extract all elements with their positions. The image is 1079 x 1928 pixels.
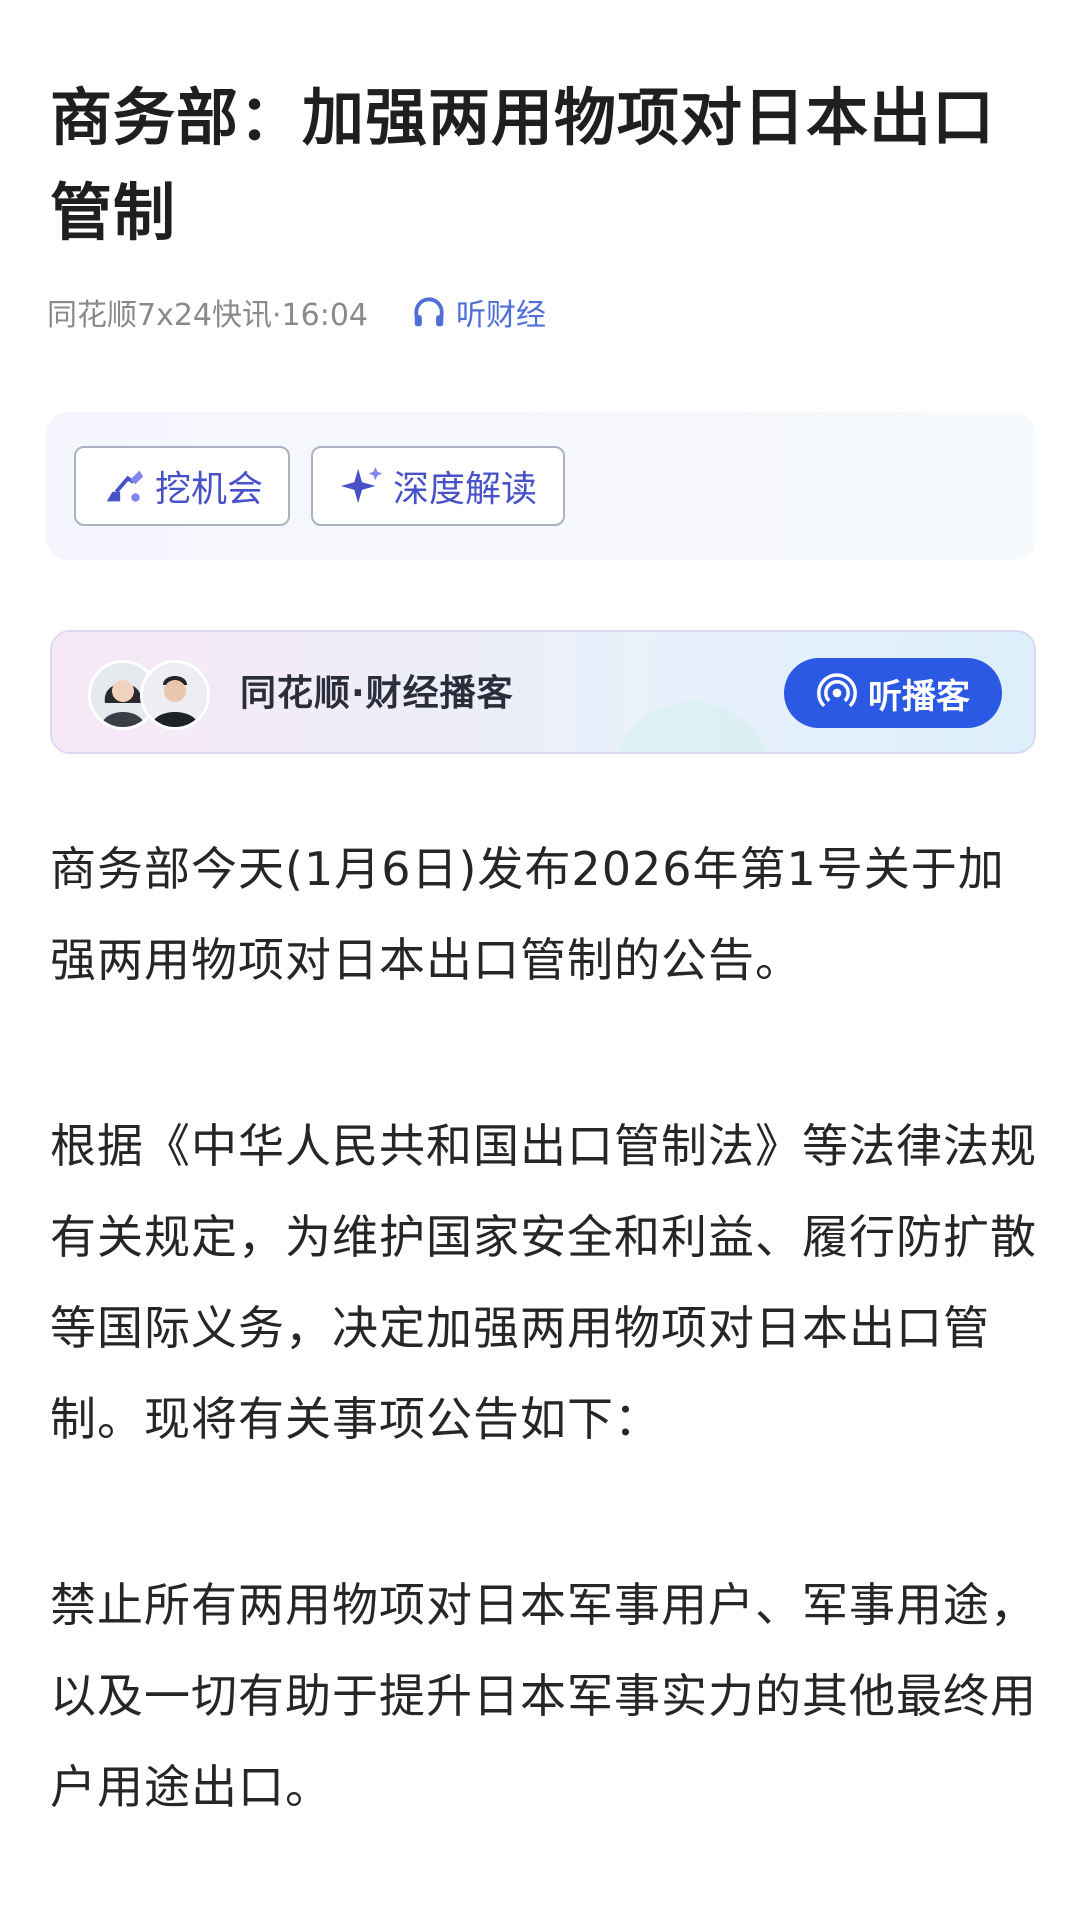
decorative-circle <box>612 702 772 752</box>
listen-podcast-button[interactable]: 听播客 <box>784 658 1002 728</box>
podcast-banner[interactable]: 同花顺·财经播客 听播客 <box>50 630 1036 754</box>
opportunity-button[interactable]: 挖机会 <box>74 446 290 526</box>
ai-action-box: 挖机会 深度解读 <box>46 412 1036 560</box>
paragraph-2: 根据《中华人民共和国出口管制法》等法律法规有关规定，为维护国家安全和利益、履行防… <box>50 1119 1037 1446</box>
source-time: 同花顺7x24快讯·16:04 <box>47 298 369 333</box>
article-body: 商务部今天(1月6日)发布2026年第1号关于加强两用物项对日本出口管制的公告。… <box>50 824 1040 1928</box>
listen-finance-label: 听财经 <box>456 298 547 333</box>
headphones-icon <box>414 297 444 327</box>
article-title: 商务部：加强两用物项对日本出口管制 <box>50 80 996 249</box>
host-avatar-male <box>140 660 210 730</box>
podcast-title: 同花顺·财经播客 <box>240 673 514 714</box>
listen-podcast-label: 听播客 <box>868 676 970 717</box>
deep-read-button[interactable]: 深度解读 <box>311 446 565 526</box>
opportunity-label: 挖机会 <box>154 469 263 510</box>
deep-read-label: 深度解读 <box>392 469 537 510</box>
sparkle-icon <box>340 466 383 504</box>
paragraph-1: 商务部今天(1月6日)发布2026年第1号关于加强两用物项对日本出口管制的公告。 <box>50 842 1005 987</box>
host-avatars <box>88 660 212 730</box>
listen-finance-button[interactable]: 听财经 <box>410 290 546 334</box>
excavator-icon <box>106 470 144 502</box>
broadcast-icon <box>817 673 857 708</box>
article-page: 商务部：加强两用物项对日本出口管制 同花顺7x24快讯·16:04 听财经 挖机… <box>0 0 1079 1814</box>
article-meta: 同花顺7x24快讯·16:04 听财经 <box>47 290 546 334</box>
paragraph-3: 禁止所有两用物项对日本军事用户、军事用途，以及一切有助于提升日本军事实力的其他最… <box>50 1578 1037 1814</box>
